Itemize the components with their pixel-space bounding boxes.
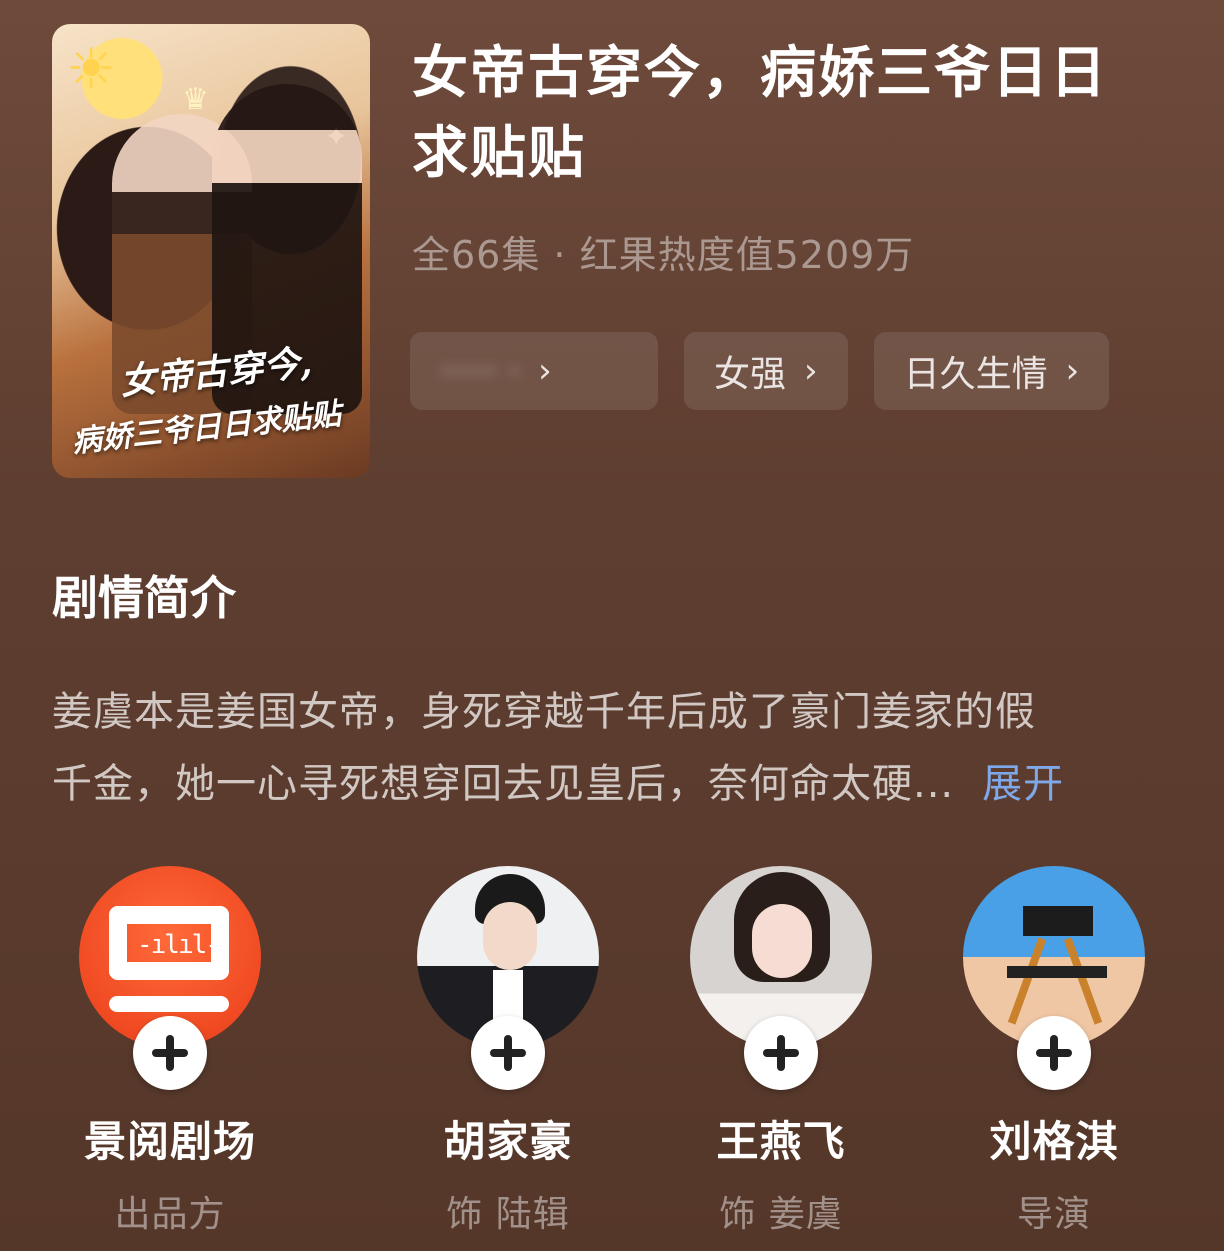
synopsis-line-2: 千金，她一心寻死想穿回去见皇后，奈何命太硬... 展开 — [52, 748, 1162, 820]
poster-title-art: 女帝古穿今, 病娇三爷日日求贴贴 — [57, 329, 366, 462]
cast-role: 导演 — [1016, 1194, 1091, 1235]
drama-detail-page: ☀ ♛ ✦ 女帝古穿今, 病娇三爷日日求贴贴 女帝古穿今，病娇三爷日日求贴贴 全… — [0, 0, 1224, 1251]
cast-crew-list: -ılıl- 景阅剧场 出品方 胡家豪 饰 陆辑 王燕飞 饰 姜虞 刘格淇 导演 — [0, 866, 1224, 1246]
drama-meta: 全66集 · 红果热度值5209万 — [412, 233, 915, 277]
drama-poster[interactable]: ☀ ♛ ✦ 女帝古穿今, 病娇三爷日日求贴贴 — [52, 24, 370, 478]
avatar[interactable]: -ılıl- — [79, 866, 261, 1090]
synopsis-line-1: 姜虞本是姜国女帝，身死穿越千年后成了豪门姜家的假 — [52, 689, 1036, 735]
tag-label: 女强 — [714, 354, 787, 395]
crown-decoration-icon: ♛ — [182, 82, 209, 117]
avatar[interactable] — [963, 866, 1145, 1090]
chevron-right-icon: › — [804, 351, 818, 391]
cast-name: 胡家豪 — [443, 1117, 573, 1166]
cast-name: 王燕飞 — [716, 1117, 846, 1166]
drama-title: 女帝古穿今，病娇三爷日日求贴贴 — [412, 41, 1108, 186]
avatar[interactable] — [690, 866, 872, 1090]
avatar[interactable] — [417, 866, 599, 1090]
tag-label: 日久生情 — [903, 354, 1048, 395]
synopsis-text: 姜虞本是姜国女帝，身死穿越千年后成了豪门姜家的假 千金，她一心寻死想穿回去见皇后… — [52, 676, 1162, 820]
cast-item-studio[interactable]: -ılıl- 景阅剧场 出品方 — [50, 866, 290, 1237]
cast-item-actor[interactable]: 胡家豪 饰 陆辑 — [388, 866, 628, 1237]
cast-role: 饰 陆辑 — [446, 1194, 570, 1235]
follow-plus-icon[interactable] — [744, 1016, 818, 1090]
chevron-right-icon: › — [538, 351, 552, 391]
cast-name: 景阅剧场 — [83, 1117, 256, 1166]
tag-chip-hidden[interactable]: ····· · › — [410, 332, 658, 410]
follow-plus-icon[interactable] — [1017, 1016, 1091, 1090]
chevron-right-icon: › — [1065, 351, 1080, 391]
follow-plus-icon[interactable] — [133, 1016, 207, 1090]
cast-item-actress[interactable]: 王燕飞 饰 姜虞 — [661, 866, 901, 1237]
cast-role: 出品方 — [114, 1194, 226, 1235]
tag-chip-rijiushengqing[interactable]: 日久生情 › — [873, 332, 1110, 410]
sun-decoration-icon: ☀ — [66, 37, 117, 102]
cast-role: 饰 姜虞 — [719, 1194, 843, 1235]
cast-item-director[interactable]: 刘格淇 导演 — [934, 866, 1174, 1237]
tag-list: ····· · › 女强 › 日久生情 › — [410, 332, 1110, 410]
tag-label: ····· · — [440, 350, 521, 392]
synopsis-heading: 剧情简介 — [52, 571, 236, 625]
synopsis-line-2-text: 千金，她一心寻死想穿回去见皇后，奈何命太硬... — [52, 761, 955, 807]
tag-chip-nvqiang[interactable]: 女强 › — [684, 332, 848, 410]
expand-link[interactable]: 展开 — [982, 761, 1064, 807]
follow-plus-icon[interactable] — [471, 1016, 545, 1090]
cast-name: 刘格淇 — [989, 1117, 1119, 1166]
